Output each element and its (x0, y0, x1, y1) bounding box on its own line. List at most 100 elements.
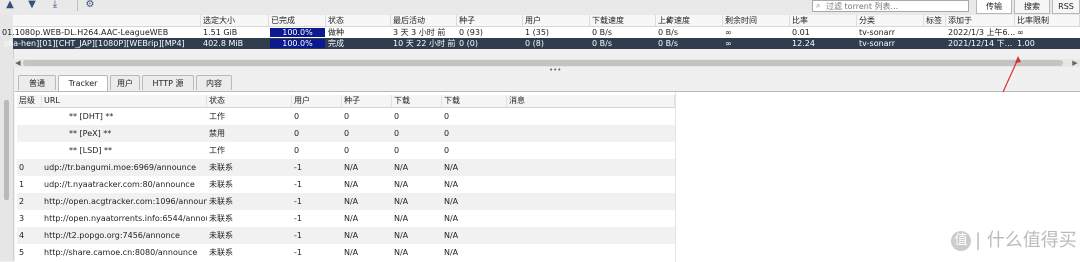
col-last-activity[interactable]: 最后活动 (391, 15, 457, 26)
col-name[interactable] (13, 15, 201, 26)
tracker-url: http://share.camoe.cn:8080/announce (44, 248, 198, 257)
tracker-downloaded: 0 (444, 146, 450, 155)
tracker-downloaded: N/A (444, 197, 459, 206)
tracker-row[interactable]: 1 udp://t.nyaatracker.com:80/announce 未联系 -… (17, 176, 675, 193)
tab-rss[interactable]: RSS (1052, 0, 1080, 14)
torrent-ratio: 12.24 (792, 39, 815, 48)
tab-http-sources[interactable]: HTTP 源 (142, 75, 194, 90)
tracker-row[interactable]: 2 http://open.acgtracker.com:1096/announc… (17, 193, 675, 210)
col-tags[interactable]: 标签 (924, 15, 946, 26)
toolbar: ▲ ▼ ⤓ ⚙ ⌕ 传输 搜索 RSS (0, 0, 1080, 15)
col-status[interactable]: 状态 (326, 15, 391, 26)
torrent-added: 2021/12/14 下... (948, 39, 1013, 48)
tab-tracker[interactable]: Tracker (58, 75, 108, 91)
scroll-right-icon[interactable]: ▶ (1070, 59, 1080, 67)
tracker-status: 未联系 (209, 231, 233, 240)
col-progress[interactable]: 已完成 (269, 15, 326, 26)
search-box[interactable]: ⌕ (812, 0, 969, 12)
torrent-name: 01.1080p.WEB-DL.H264.AAC-LeagueWEB (2, 28, 169, 37)
col-tracker-status[interactable]: 状态 (207, 95, 292, 107)
tracker-leeches: N/A (394, 197, 409, 206)
tracker-row[interactable]: ** [DHT] ** 工作 0 0 0 0 (17, 108, 675, 125)
tracker-url: udp://t.nyaatracker.com:80/announce (44, 180, 195, 189)
scrollbar-thumb[interactable] (23, 60, 1063, 66)
arrow-down-icon[interactable]: ▼ (26, 0, 38, 11)
tracker-url: ** [PeX] ** (69, 129, 112, 138)
toolbar-separator (77, 0, 78, 11)
search-input[interactable] (826, 1, 966, 11)
col-tier[interactable]: 层级 (17, 95, 42, 107)
tracker-status: 未联系 (209, 197, 233, 206)
torrent-size: 1.51 GiB (203, 28, 238, 37)
torrent-last-activity: 3 天 3 小时 前 (393, 28, 446, 37)
torrent-added: 2022/1/3 上午6... (948, 28, 1015, 37)
tracker-users: -1 (294, 197, 302, 206)
col-ratio[interactable]: 比率 (790, 15, 857, 26)
tracker-row[interactable]: 0 udp://tr.bangumi.moe:6969/announce 未联系 -1… (17, 159, 675, 176)
tracker-url: http://open.nyaatorrents.info:6544/annou… (44, 214, 207, 223)
tracker-url: ** [DHT] ** (69, 112, 114, 121)
col-message[interactable]: 消息 (507, 95, 675, 107)
tab-search[interactable]: 搜索 (1014, 0, 1050, 14)
tab-general[interactable]: 普通 (18, 75, 56, 90)
tracker-tier: 1 (19, 180, 25, 189)
tracker-row[interactable]: 3 http://open.nyaatorrents.info:6544/anno… (17, 210, 675, 227)
tracker-tier: 2 (19, 197, 25, 206)
tracker-row[interactable]: 4 http://t2.popgo.org:7456/annonce 未联系 -1 N/… (17, 227, 675, 244)
tracker-users: 0 (294, 146, 300, 155)
move-to-bottom-icon[interactable]: ⤓ (49, 0, 61, 11)
col-size[interactable]: 选定大小 (201, 15, 269, 26)
tracker-row[interactable]: 5 http://share.camoe.cn:8080/announce 未联系 -… (17, 244, 675, 261)
side-scrollbar-thumb[interactable] (4, 100, 9, 200)
col-category[interactable]: 分类 (857, 15, 924, 26)
progress-text: 100.0% (282, 28, 313, 37)
tracker-status: 禁用 (209, 129, 225, 138)
torrent-eta: ∞ (725, 39, 732, 48)
torrent-ul-speed: 0 B/s (658, 39, 678, 48)
watermark: 值 | 什么值得买 (951, 226, 1077, 252)
splitter-handle[interactable]: ••• (549, 67, 561, 74)
tracker-seeds: N/A (344, 163, 359, 172)
torrent-peers: 1 (35) (525, 28, 550, 37)
tab-peers[interactable]: 用户 (110, 75, 140, 90)
tracker-row[interactable]: ** [LSD] ** 工作 0 0 0 0 (17, 142, 675, 159)
tab-content[interactable]: 内容 (196, 75, 232, 90)
torrent-name: sha-hen][01][CHT_JAP][1080P][WEBrip][MP4… (4, 39, 185, 48)
col-peers[interactable]: 用户 (523, 15, 590, 26)
tracker-seeds: N/A (344, 248, 359, 257)
tab-transfers[interactable]: 传输 (976, 0, 1012, 14)
col-users[interactable]: 用户 (292, 95, 342, 107)
col-url[interactable]: URL (42, 95, 207, 107)
col-tracker-seeds[interactable]: 种子 (342, 95, 392, 107)
tracker-users: -1 (294, 231, 302, 240)
progress-bar: 100.0% (270, 39, 325, 48)
torrent-size: 402.8 MiB (203, 39, 244, 48)
tracker-status: 工作 (209, 112, 225, 121)
search-icon: ⌕ (816, 1, 821, 10)
col-leeches[interactable]: 下载 (392, 95, 442, 107)
horizontal-scrollbar[interactable]: ◀ ▶ (13, 59, 1080, 67)
tracker-downloaded: N/A (444, 163, 459, 172)
tracker-downloaded: N/A (444, 231, 459, 240)
tracker-row[interactable]: ** [PeX] ** 禁用 0 0 0 0 (17, 125, 675, 142)
tracker-leeches: 0 (394, 146, 400, 155)
col-ratio-limit[interactable]: 比率限制 (1015, 15, 1080, 26)
arrow-up-icon[interactable]: ▲ (4, 0, 16, 11)
col-downloaded[interactable]: 下载 (442, 95, 507, 107)
col-added[interactable]: 添加于 (946, 15, 1015, 26)
scroll-left-icon[interactable]: ◀ (13, 59, 23, 67)
watermark-logo-icon: 值 (951, 231, 971, 251)
tracker-downloaded: 0 (444, 129, 450, 138)
torrent-row-selected[interactable]: sha-hen][01][CHT_JAP][1080P][WEBrip][MP4… (4, 38, 1080, 49)
tracker-panel: 层级 URL 状态 用户 种子 下载 下载 消息 ** [DHT] ** 工作 0 0… (15, 91, 1080, 262)
tracker-status: 未联系 (209, 214, 233, 223)
col-dl-speed[interactable]: 下载速度 (590, 15, 656, 26)
torrent-table: 选定大小 已完成 状态 最后活动 种子 用户 下载速度 上传速度 剩余时间 比率… (2, 15, 1080, 49)
torrent-row[interactable]: 01.1080p.WEB-DL.H264.AAC-LeagueWEB 1.51 … (2, 27, 1080, 38)
torrent-ratio: 0.01 (792, 28, 810, 37)
col-eta[interactable]: 剩余时间 (723, 15, 790, 26)
col-seeds[interactable]: 种子 (457, 15, 523, 26)
tracker-url: http://t2.popgo.org:7456/annonce (44, 231, 180, 240)
gear-icon[interactable]: ⚙ (84, 0, 96, 11)
torrent-ul-speed: 0 B/s (658, 28, 678, 37)
